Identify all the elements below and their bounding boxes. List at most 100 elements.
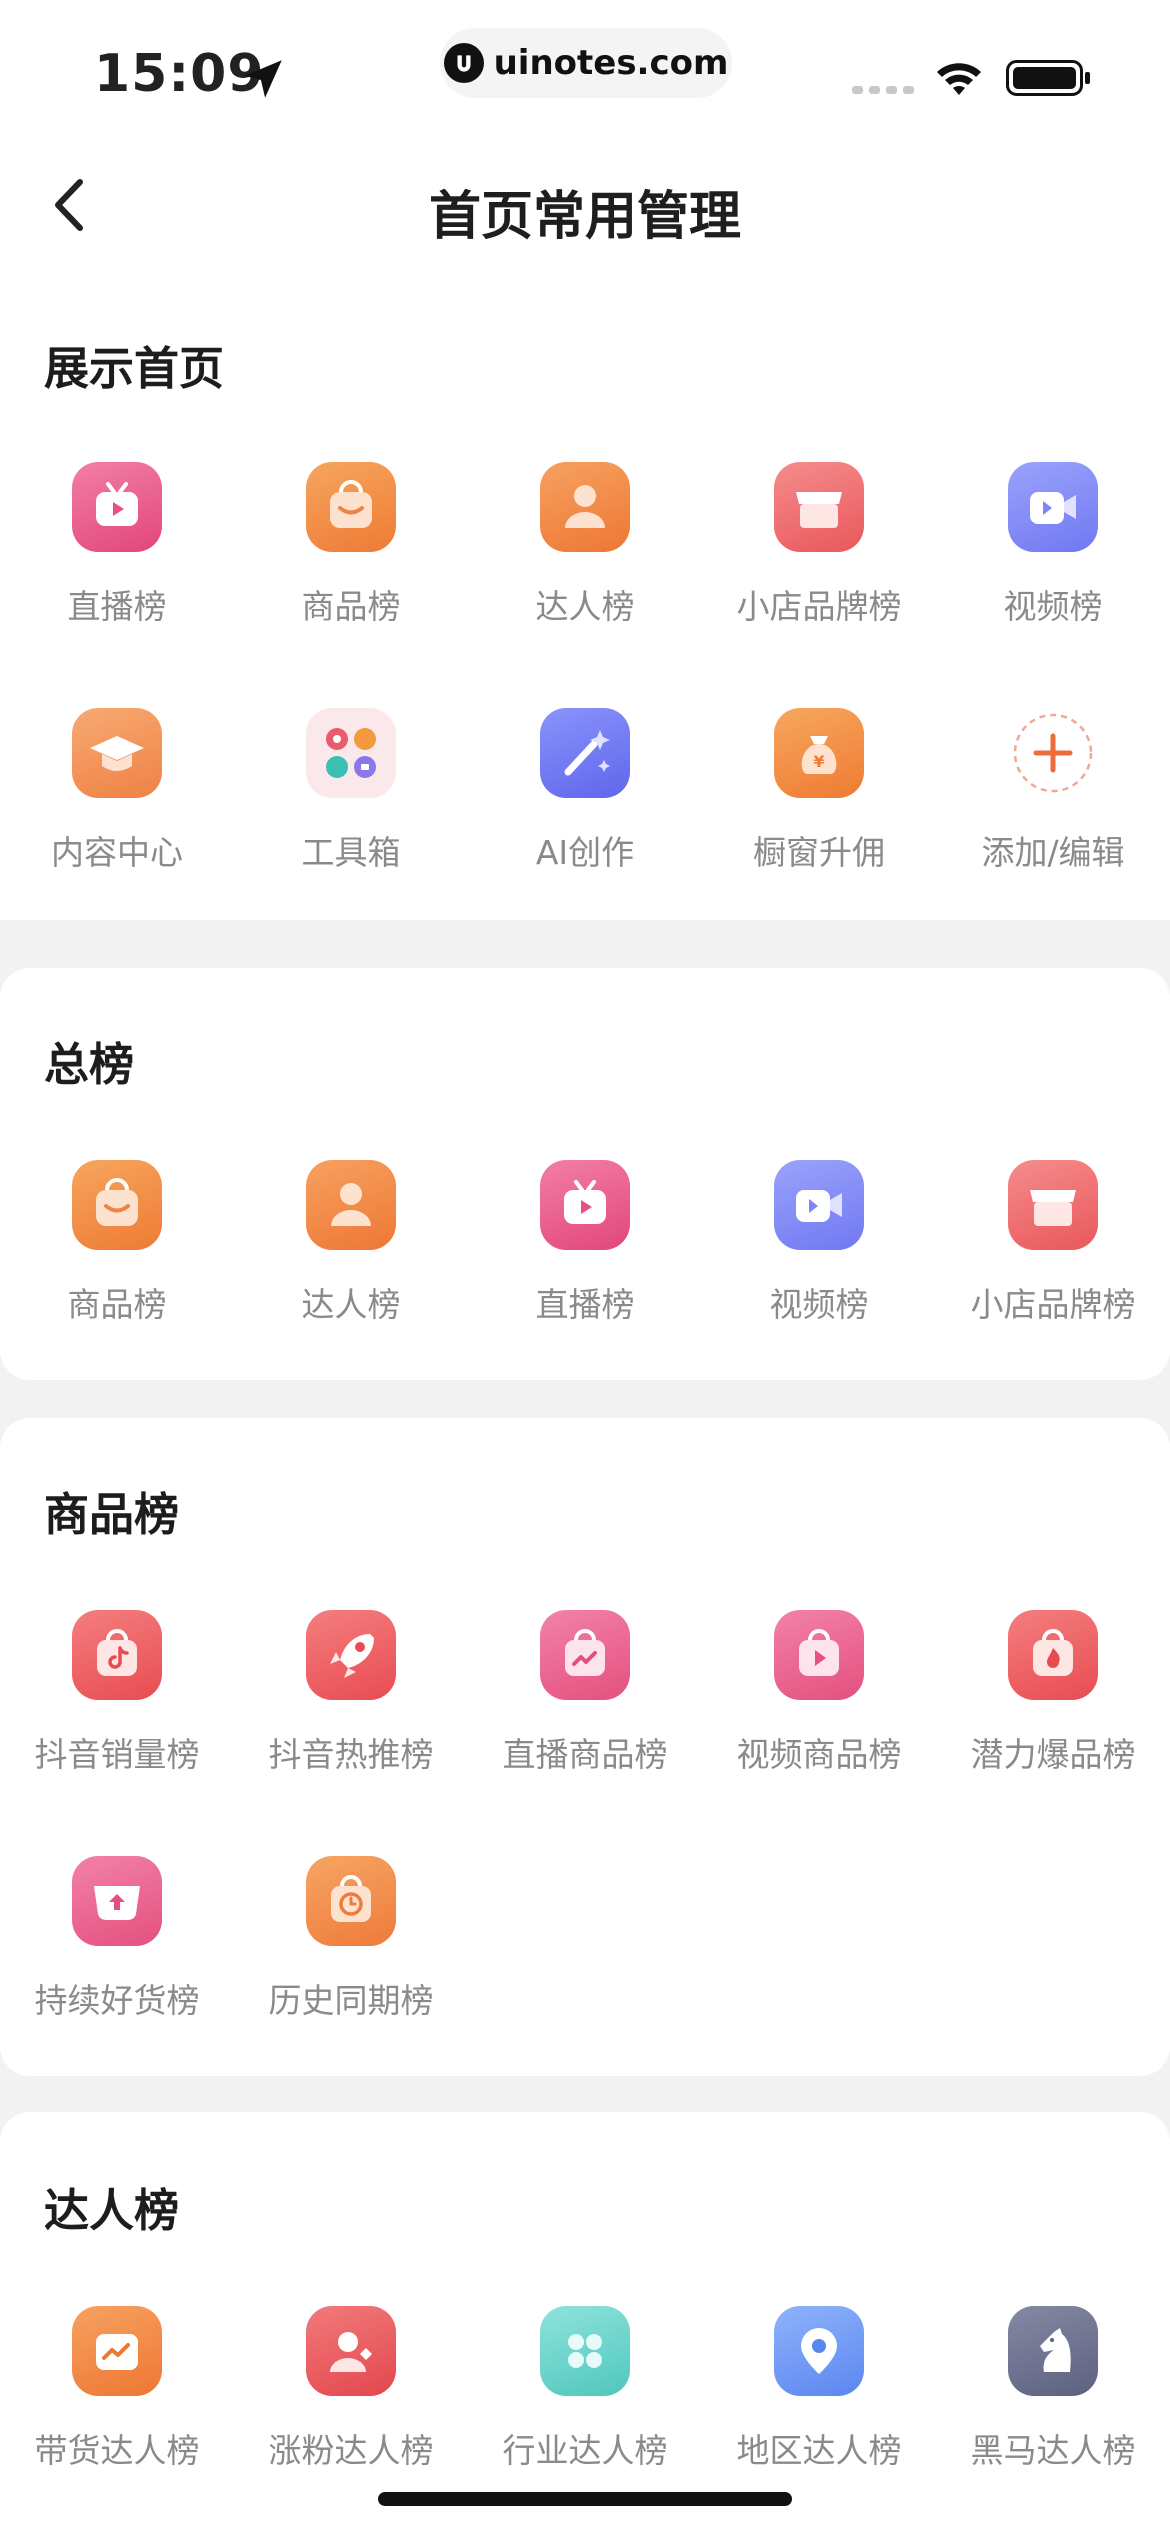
item-influencer-ranking[interactable]: 达人榜 bbox=[234, 1160, 468, 1360]
item-label: 添加/编辑 bbox=[981, 833, 1125, 872]
item-live-goods-ranking[interactable]: 直播商品榜 bbox=[468, 1610, 702, 1810]
item-label: 黑马达人榜 bbox=[970, 2431, 1136, 2470]
live-tv-icon bbox=[540, 1160, 630, 1250]
item-douyin-hot-push-ranking[interactable]: 抖音热推榜 bbox=[234, 1610, 468, 1810]
toolbox-grid-icon bbox=[306, 708, 396, 798]
horse-icon bbox=[1008, 2306, 1098, 2396]
item-label: AI创作 bbox=[535, 833, 635, 872]
location-arrow-icon bbox=[244, 60, 282, 98]
item-label: 历史同期榜 bbox=[268, 1981, 434, 2020]
signal-icon bbox=[852, 86, 914, 94]
item-label: 小店品牌榜 bbox=[736, 587, 902, 626]
item-label: 商品榜 bbox=[67, 1285, 167, 1324]
item-sustained-good-goods-ranking[interactable]: 持续好货榜 bbox=[0, 1856, 234, 2056]
item-label: 直播榜 bbox=[67, 587, 167, 626]
store-icon bbox=[1008, 1160, 1098, 1250]
item-label: 抖音热推榜 bbox=[268, 1735, 434, 1774]
item-content-center[interactable]: 内容中心 bbox=[0, 708, 234, 908]
page-title: 首页常用管理 bbox=[428, 187, 741, 247]
play-bag-icon bbox=[774, 1610, 864, 1700]
item-label: 行业达人榜 bbox=[502, 2431, 668, 2470]
section-overall-ranking: 总榜 商品榜 达人榜 直播榜 视频榜 小店品牌榜 bbox=[0, 968, 1170, 1380]
wifi-icon bbox=[937, 63, 981, 95]
site-logo-icon bbox=[443, 43, 484, 83]
item-industry-influencer-ranking[interactable]: 行业达人榜 bbox=[468, 2306, 702, 2506]
item-video-ranking[interactable]: 视频榜 bbox=[936, 462, 1170, 662]
item-label: 视频榜 bbox=[769, 1285, 869, 1324]
clock-bag-icon bbox=[306, 1856, 396, 1946]
section-title: 达人榜 bbox=[44, 2184, 180, 2237]
item-label: 视频榜 bbox=[1003, 587, 1103, 626]
section-influencer-ranking: 达人榜 带货达人榜 涨粉达人榜 行业达人榜 地区达人榜 黑马达人榜 bbox=[0, 2112, 1170, 2532]
item-store-brand-ranking[interactable]: 小店品牌榜 bbox=[936, 1160, 1170, 1360]
item-douyin-sales-ranking[interactable]: 抖音销量榜 bbox=[0, 1610, 234, 1810]
sales-chart-icon bbox=[72, 2306, 162, 2396]
tiktok-bag-icon bbox=[72, 1610, 162, 1700]
item-label: 抖音销量榜 bbox=[34, 1735, 200, 1774]
item-label: 商品榜 bbox=[301, 587, 401, 626]
shopping-bag-icon bbox=[306, 462, 396, 552]
item-sales-influencer-ranking[interactable]: 带货达人榜 bbox=[0, 2306, 234, 2506]
item-label: 橱窗升佣 bbox=[753, 833, 885, 872]
item-label: 地区达人榜 bbox=[736, 2431, 902, 2470]
item-label: 涨粉达人榜 bbox=[268, 2431, 434, 2470]
item-ai-creation[interactable]: AI创作 bbox=[468, 708, 702, 908]
item-live-ranking[interactable]: 直播榜 bbox=[468, 1160, 702, 1360]
status-bar: 15:09 uinotes.com bbox=[0, 0, 1170, 140]
add-icon bbox=[1008, 708, 1098, 798]
item-label: 达人榜 bbox=[535, 587, 635, 626]
item-regional-influencer-ranking[interactable]: 地区达人榜 bbox=[702, 2306, 936, 2506]
fire-bag-icon bbox=[1008, 1610, 1098, 1700]
section-title: 商品榜 bbox=[44, 1488, 180, 1541]
home-indicator[interactable] bbox=[378, 2492, 792, 2506]
item-label: 达人榜 bbox=[301, 1285, 401, 1324]
item-label: 直播榜 bbox=[535, 1285, 635, 1324]
item-label: 潜力爆品榜 bbox=[970, 1735, 1136, 1774]
battery-icon bbox=[1006, 60, 1090, 96]
rocket-icon bbox=[306, 1610, 396, 1700]
item-live-ranking[interactable]: 直播榜 bbox=[0, 462, 234, 662]
item-toolbox[interactable]: 工具箱 bbox=[234, 708, 468, 908]
item-follower-growth-influencer-ranking[interactable]: 涨粉达人榜 bbox=[234, 2306, 468, 2506]
item-goods-ranking[interactable]: 商品榜 bbox=[0, 1160, 234, 1360]
item-goods-ranking[interactable]: 商品榜 bbox=[234, 462, 468, 662]
shopping-bag-icon bbox=[72, 1160, 162, 1250]
section-title: 总榜 bbox=[44, 1038, 135, 1091]
svg-text:¥: ¥ bbox=[813, 752, 824, 771]
nav-bar: 首页常用管理 bbox=[0, 150, 1170, 260]
item-label: 内容中心 bbox=[51, 833, 183, 872]
item-video-ranking[interactable]: 视频榜 bbox=[702, 1160, 936, 1360]
store-icon bbox=[774, 462, 864, 552]
person-icon bbox=[540, 462, 630, 552]
item-video-goods-ranking[interactable]: 视频商品榜 bbox=[702, 1610, 936, 1810]
item-historical-period-ranking[interactable]: 历史同期榜 bbox=[234, 1856, 468, 2056]
video-camera-icon bbox=[774, 1160, 864, 1250]
live-tv-icon bbox=[72, 462, 162, 552]
section-goods-ranking: 商品榜 抖音销量榜 抖音热推榜 直播商品榜 视频商品榜 潜力爆品榜 持续好货榜 … bbox=[0, 1418, 1170, 2076]
item-showcase-commission[interactable]: ¥ 橱窗升佣 bbox=[702, 708, 936, 908]
item-label: 工具箱 bbox=[301, 833, 401, 872]
person-icon bbox=[306, 1160, 396, 1250]
trend-bag-icon bbox=[540, 1610, 630, 1700]
item-dark-horse-influencer-ranking[interactable]: 黑马达人榜 bbox=[936, 2306, 1170, 2506]
clover-icon bbox=[540, 2306, 630, 2396]
person-growth-icon bbox=[306, 2306, 396, 2396]
item-influencer-ranking[interactable]: 达人榜 bbox=[468, 462, 702, 662]
item-label: 带货达人榜 bbox=[34, 2431, 200, 2470]
money-bag-icon: ¥ bbox=[774, 708, 864, 798]
item-potential-hit-ranking[interactable]: 潜力爆品榜 bbox=[936, 1610, 1170, 1810]
item-store-brand-ranking[interactable]: 小店品牌榜 bbox=[702, 462, 936, 662]
magic-wand-icon bbox=[540, 708, 630, 798]
add-edit-button[interactable]: 添加/编辑 bbox=[936, 708, 1170, 908]
item-label: 视频商品榜 bbox=[736, 1735, 902, 1774]
item-label: 持续好货榜 bbox=[34, 1981, 200, 2020]
graduation-cap-icon bbox=[72, 708, 162, 798]
url-pill[interactable]: uinotes.com bbox=[440, 28, 732, 98]
item-label: 直播商品榜 bbox=[502, 1735, 668, 1774]
url-text: uinotes.com bbox=[493, 43, 729, 83]
video-camera-icon bbox=[1008, 462, 1098, 552]
item-label: 小店品牌榜 bbox=[970, 1285, 1136, 1324]
section-title: 展示首页 bbox=[44, 342, 225, 395]
location-pin-icon bbox=[774, 2306, 864, 2396]
upload-bag-icon bbox=[72, 1856, 162, 1946]
